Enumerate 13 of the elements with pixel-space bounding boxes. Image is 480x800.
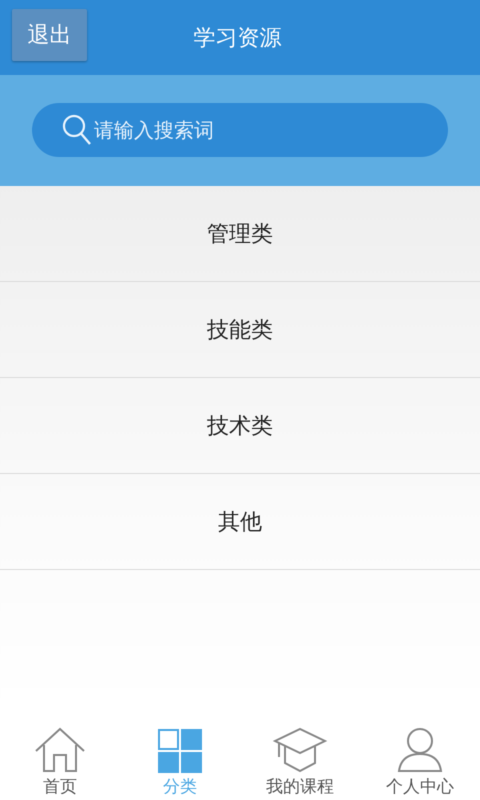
person-icon	[397, 727, 443, 773]
category-item[interactable]: 管理类	[0, 186, 480, 282]
category-item[interactable]: 其他	[0, 474, 480, 570]
page-title: 学习资源	[194, 24, 282, 52]
tab[interactable]: 首页	[0, 722, 120, 800]
category-item[interactable]: 技术类	[0, 378, 480, 474]
category-item[interactable]: 技能类	[0, 282, 480, 378]
tab[interactable]: 我的课程	[240, 722, 360, 800]
tab[interactable]: 个人中心	[360, 722, 480, 800]
house-icon	[34, 727, 86, 773]
grid-icon	[158, 729, 202, 773]
graduation-cap-icon	[273, 727, 327, 773]
search-field[interactable]: 请输入搜索词	[32, 102, 448, 156]
